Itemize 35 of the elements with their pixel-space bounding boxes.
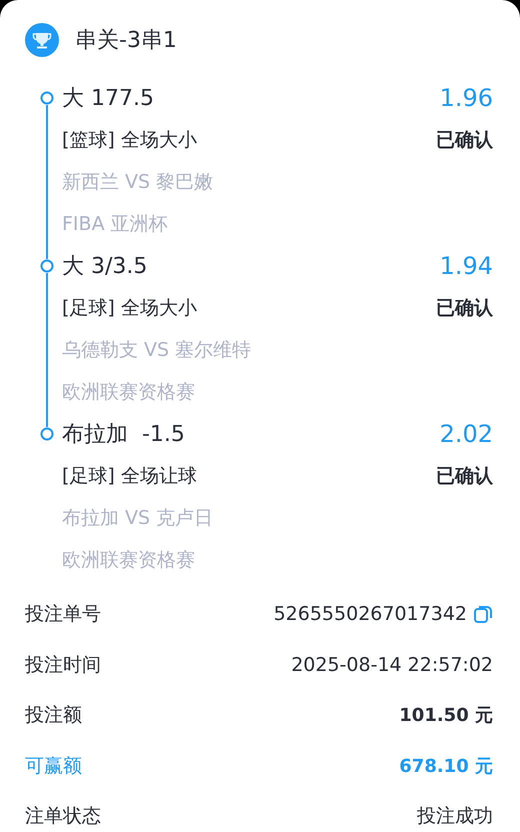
timeline-dot: [40, 91, 54, 105]
bet-title: 串关-3串1: [75, 27, 177, 55]
selection-text: 大 177.5: [62, 85, 154, 113]
detail-value: 2025-08-14 22:57:02: [291, 654, 493, 676]
league-text: 欧洲联赛资格赛: [62, 548, 195, 573]
detail-value: 投注成功: [417, 804, 493, 830]
market-text: [篮球] 全场大小: [62, 128, 197, 153]
selection-text: 布拉加 -1.5: [62, 421, 185, 449]
detail-value: 5265550267017342: [274, 603, 467, 626]
detail-value: 678.10 元: [399, 754, 493, 778]
detail-label: 注单状态: [25, 804, 101, 830]
status-text: 已确认: [436, 128, 493, 153]
league-text: FIBA 亚洲杯: [62, 212, 168, 237]
copy-button[interactable]: [473, 604, 493, 624]
odds-value: 1.94: [440, 252, 493, 280]
detail-label: 投注额: [25, 703, 82, 728]
match-text: 布拉加 VS 克卢日: [62, 506, 214, 531]
match-text: 新西兰 VS 黎巴嫩: [62, 170, 214, 195]
odds-value: 1.96: [440, 84, 493, 112]
copy-icon: [473, 604, 493, 624]
detail-label: 可赢额: [25, 754, 82, 779]
market-text: [足球] 全场大小: [62, 296, 197, 321]
status-text: 已确认: [436, 464, 493, 489]
league-text: 欧洲联赛资格赛: [62, 380, 195, 405]
timeline-dot: [40, 427, 54, 441]
selection-text: 大 3/3.5: [62, 253, 148, 281]
detail-label: 投注时间: [25, 652, 101, 678]
timeline-dot: [40, 259, 54, 273]
match-text: 乌德勒支 VS 塞尔维特: [62, 338, 252, 363]
trophy-icon: [25, 23, 59, 57]
detail-label: 投注单号: [25, 602, 101, 628]
market-text: [足球] 全场让球: [62, 464, 197, 489]
odds-value: 2.02: [440, 420, 493, 448]
status-text: 已确认: [436, 296, 493, 321]
detail-value: 101.50 元: [399, 704, 493, 728]
